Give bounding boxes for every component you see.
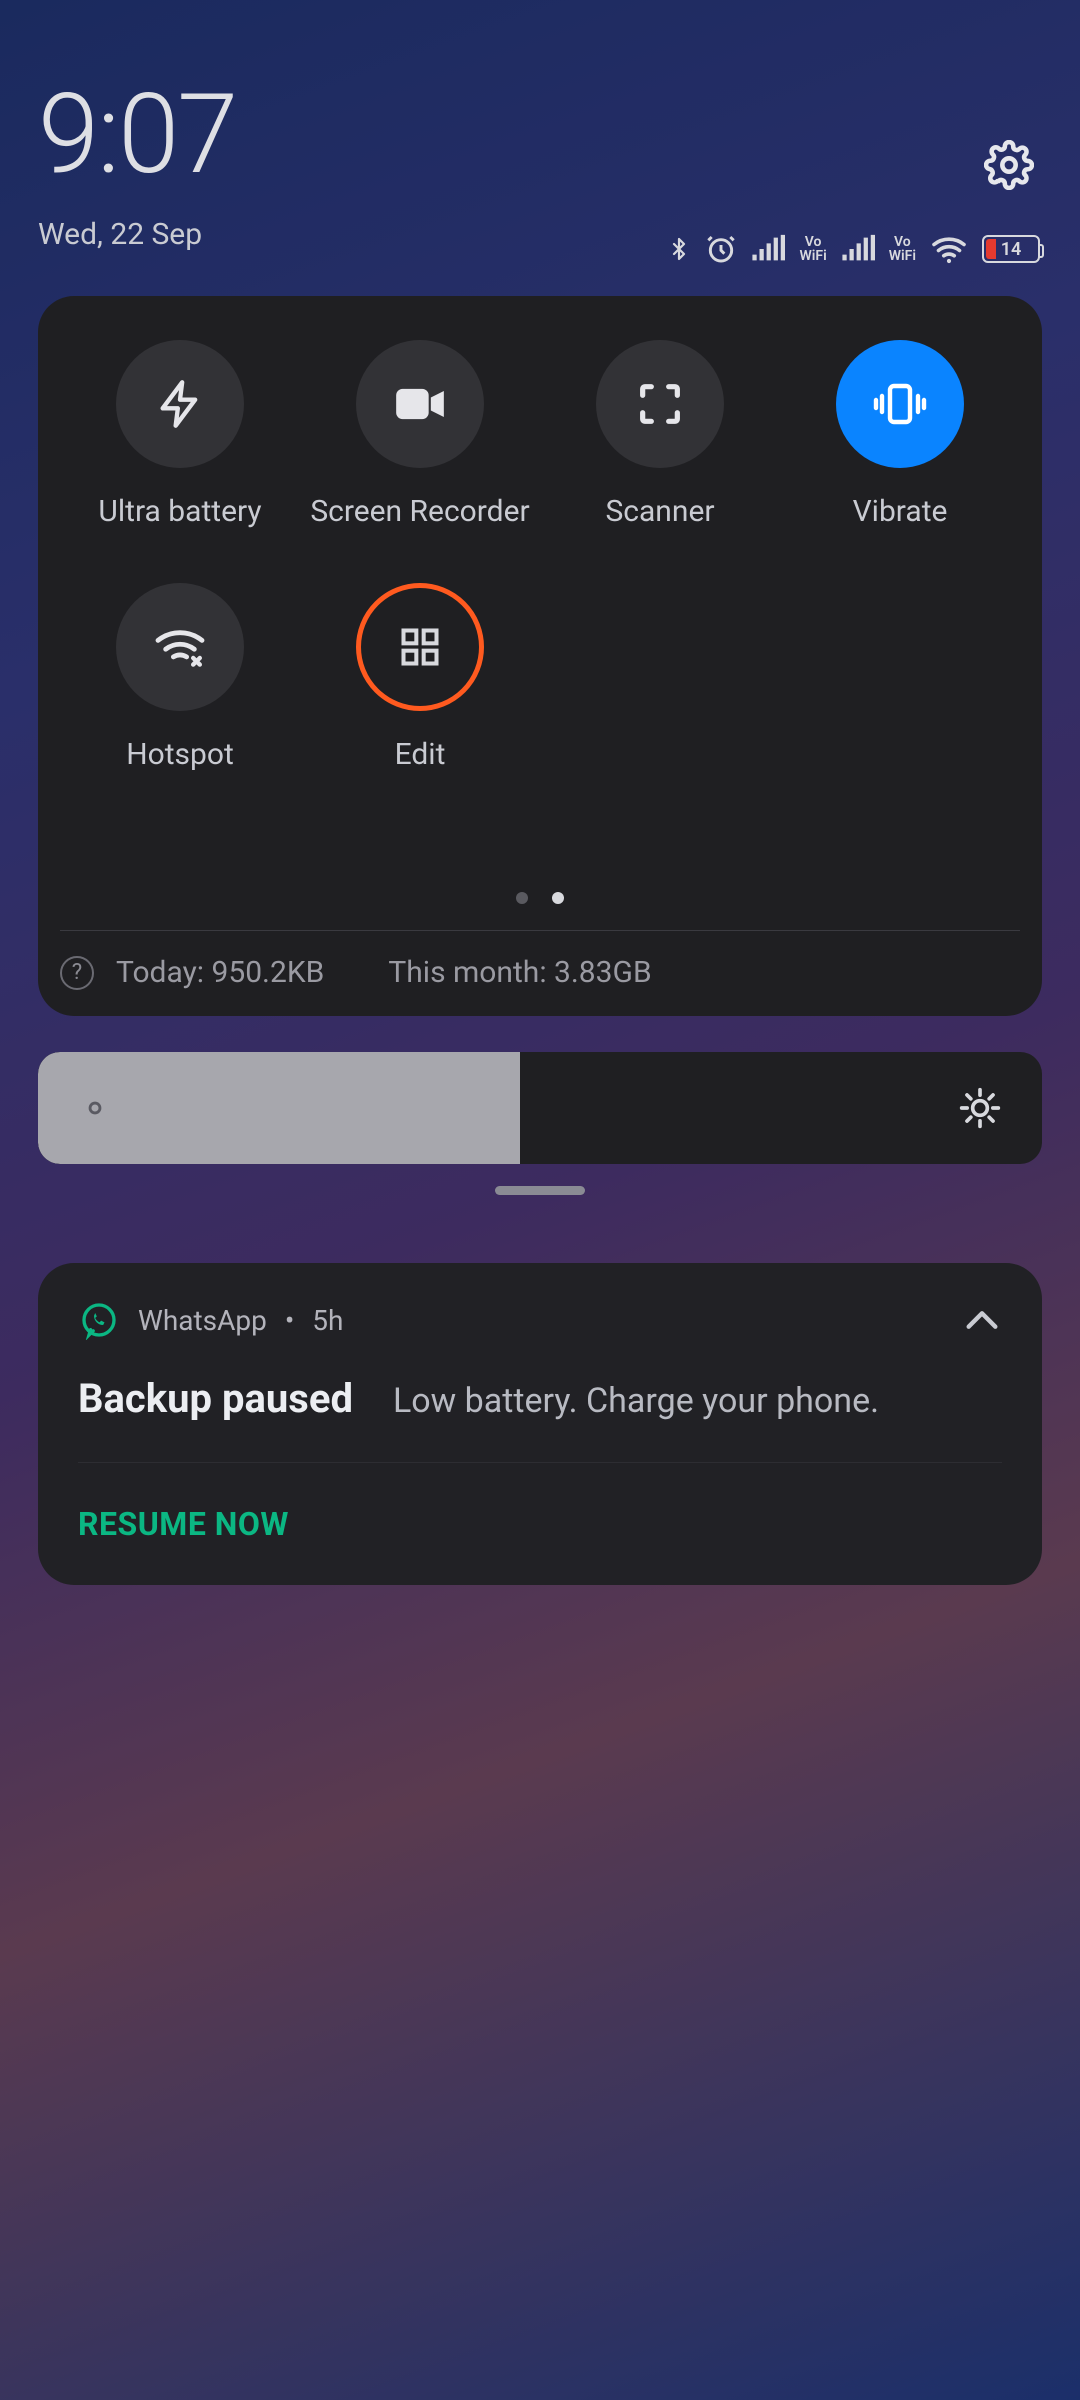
divider (78, 1462, 1002, 1463)
dot-separator: • (285, 1304, 294, 1337)
brightness-high-icon (958, 1086, 1002, 1130)
settings-button[interactable] (984, 140, 1034, 190)
qs-tile-label: Hotspot (65, 737, 295, 772)
notification-header: WhatsApp • 5h (78, 1299, 1002, 1341)
qs-tile-label: Ultra battery (65, 494, 295, 529)
clock-time: 9:07 (38, 70, 1040, 199)
collapse-button[interactable] (962, 1306, 1002, 1334)
qs-tile-edit[interactable]: Edit (305, 583, 535, 772)
notification-body: Backup paused Low battery. Charge your p… (78, 1375, 1002, 1422)
qs-tile-label: Scanner (545, 494, 775, 529)
data-usage-month: This month: 3.83GB (388, 955, 651, 990)
notification-title: Backup paused (78, 1375, 353, 1422)
bolt-icon (116, 340, 244, 468)
qs-tile-ultra-battery[interactable]: Ultra battery (65, 340, 295, 529)
pager-dot-active (552, 892, 564, 904)
brightness-slider[interactable] (38, 1052, 1042, 1164)
gear-icon (984, 140, 1034, 190)
chevron-up-icon (962, 1306, 1002, 1334)
data-usage-today: Today: 950.2KB (116, 955, 324, 990)
grid-icon (356, 583, 484, 711)
signal-icon (751, 234, 785, 264)
qs-tile-hotspot[interactable]: Hotspot (65, 583, 295, 772)
whatsapp-icon (78, 1299, 120, 1341)
status-header: 9:07 Wed, 22 Sep VoWiFi VoWiFi 14 (0, 0, 1080, 280)
hotspot-icon (116, 583, 244, 711)
wifi-icon (930, 234, 968, 264)
quick-settings-grid: Ultra battery Screen Recorder Scanner Vi… (60, 340, 1020, 772)
qs-tile-scanner[interactable]: Scanner (545, 340, 775, 529)
qs-tile-label: Screen Recorder (305, 494, 535, 529)
pager-dot (516, 892, 528, 904)
data-usage-bar[interactable]: ? Today: 950.2KB This month: 3.83GB (60, 930, 1020, 990)
vowifi-indicator-1: VoWiFi (799, 235, 826, 263)
qs-tile-vibrate[interactable]: Vibrate (785, 340, 1015, 529)
vowifi-indicator-2: VoWiFi (889, 235, 916, 263)
battery-percent: 14 (1001, 239, 1022, 260)
quick-settings-panel: Ultra battery Screen Recorder Scanner Vi… (38, 296, 1042, 1016)
qs-pager[interactable] (60, 892, 1020, 904)
bluetooth-icon (667, 232, 691, 266)
notification-text: Low battery. Charge your phone. (393, 1381, 879, 1421)
status-bar-icons: VoWiFi VoWiFi 14 (667, 232, 1040, 266)
qs-tile-label: Edit (305, 737, 535, 772)
vibrate-icon (836, 340, 964, 468)
alarm-icon (705, 233, 737, 265)
info-icon: ? (60, 956, 94, 990)
scan-icon (596, 340, 724, 468)
notification-age: 5h (312, 1304, 343, 1337)
battery-indicator: 14 (982, 235, 1040, 263)
qs-tile-screen-recorder[interactable]: Screen Recorder (305, 340, 535, 529)
notification-app-name: WhatsApp (138, 1304, 267, 1337)
brightness-low-icon (78, 1091, 112, 1125)
notification-card[interactable]: WhatsApp • 5h Backup paused Low battery.… (38, 1263, 1042, 1585)
panel-drag-handle[interactable] (495, 1186, 585, 1195)
notification-action-resume[interactable]: RESUME NOW (78, 1505, 1002, 1543)
video-icon (356, 340, 484, 468)
signal-icon-2 (841, 234, 875, 264)
qs-tile-label: Vibrate (785, 494, 1015, 529)
